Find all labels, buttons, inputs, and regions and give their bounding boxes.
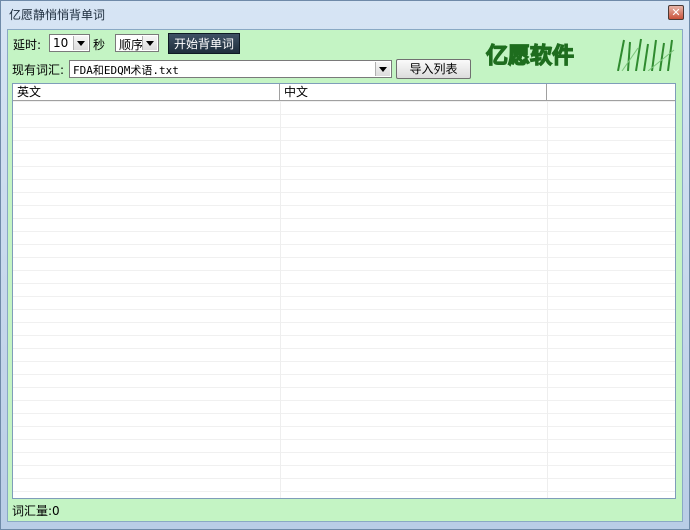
order-value: 顺序	[119, 38, 144, 52]
word-table[interactable]: 英文 中文	[12, 83, 676, 499]
seconds-label: 秒	[93, 38, 106, 52]
main-panel: 延时: 10 秒 顺序 开始背单词 现有词汇: FDA和EDQM术语.txt 导…	[7, 29, 683, 522]
delay-value: 10	[53, 36, 69, 50]
delay-label: 延时:	[13, 38, 42, 52]
delay-select[interactable]: 10	[49, 34, 90, 52]
table-body	[13, 101, 675, 498]
chevron-down-icon[interactable]	[375, 62, 390, 76]
window-title: 亿愿静悄悄背单词	[9, 8, 106, 22]
close-button[interactable]: ✕	[668, 5, 684, 20]
start-button[interactable]: 开始背单词	[168, 33, 240, 54]
vocab-label: 现有词汇:	[12, 63, 65, 77]
order-select[interactable]: 顺序	[115, 34, 159, 52]
column-divider	[547, 101, 548, 498]
column-header-chinese[interactable]: 中文	[280, 84, 547, 100]
vocab-select[interactable]: FDA和EDQM术语.txt	[69, 60, 392, 78]
chevron-down-icon[interactable]	[73, 36, 88, 50]
app-window: 亿愿静悄悄背单词 ✕ 延时: 10 秒 顺序 开始背单词 现有词汇: FDA和E…	[0, 0, 690, 530]
title-bar: 亿愿静悄悄背单词 ✕	[1, 1, 689, 25]
chevron-down-icon[interactable]	[142, 36, 157, 50]
column-divider	[280, 101, 281, 498]
table-header: 英文 中文	[13, 84, 675, 101]
brand-logo: 亿愿软件	[478, 38, 676, 71]
word-count-status: 词汇量:0	[12, 504, 60, 518]
column-header-english[interactable]: 英文	[13, 84, 280, 100]
vocab-value: FDA和EDQM术语.txt	[73, 64, 179, 77]
import-list-button[interactable]: 导入列表	[396, 59, 471, 79]
column-header-extra[interactable]	[547, 84, 675, 100]
logo-text: 亿愿软件	[486, 43, 574, 69]
